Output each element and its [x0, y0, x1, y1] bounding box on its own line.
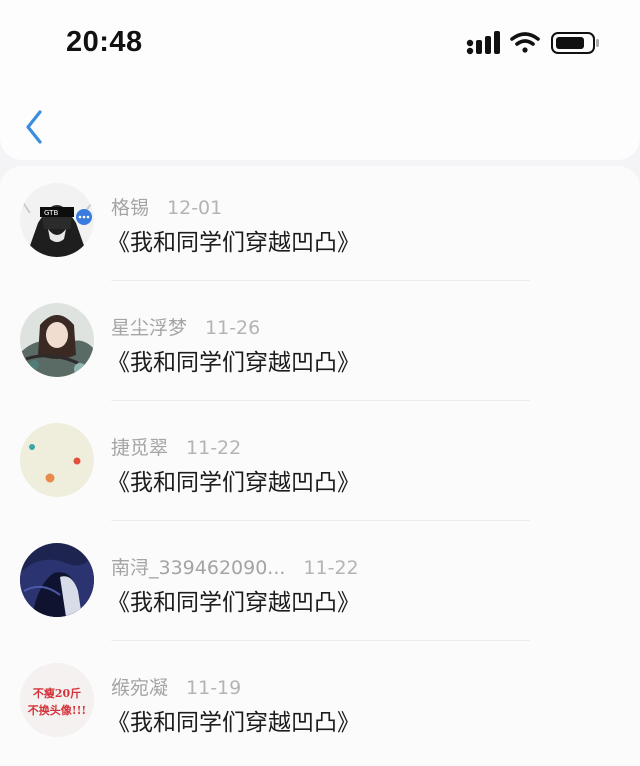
author-name: 星尘浮梦 — [111, 317, 188, 339]
divider — [111, 520, 530, 521]
anime-hooded-character-avatar: GTB — [20, 183, 94, 257]
post-date: 11-22 — [186, 437, 242, 459]
author-name: 捷觅翠 — [111, 437, 169, 459]
list-item[interactable]: GTB 格锡 12-01 《我和同学们穿越凹凸》 — [0, 166, 640, 286]
list-item[interactable]: 捷觅翠 11-22 《我和同学们穿越凹凸》 — [0, 406, 640, 526]
book-title: 《我和同学们穿越凹凸》 — [107, 470, 360, 496]
avatar: 不瘦20斤 不换头像!!! — [20, 663, 94, 737]
anime-girl-avatar — [20, 303, 94, 377]
divider — [111, 640, 530, 641]
book-title: 《我和同学们穿越凹凸》 — [107, 590, 360, 616]
post-date: 11-22 — [303, 557, 359, 579]
list-item[interactable]: 南浔_339462090... 11-22 《我和同学们穿越凹凸》 — [0, 526, 640, 646]
status-time: 20:48 — [66, 26, 143, 58]
beige-dots-avatar — [20, 423, 94, 497]
svg-text:GTB: GTB — [44, 209, 58, 217]
avatar: GTB — [20, 183, 94, 257]
avatar-text: 不瘦20斤 不换头像!!! — [27, 687, 87, 717]
avatar — [20, 423, 94, 497]
wifi-icon — [510, 32, 540, 53]
dark-blue-character-avatar — [20, 543, 94, 617]
back-button[interactable] — [18, 106, 54, 148]
post-date: 12-01 — [167, 197, 223, 219]
author-name: 南浔_339462090... — [111, 557, 286, 579]
avatar — [20, 543, 94, 617]
avatar — [20, 303, 94, 377]
top-header: 20:48 — [0, 0, 640, 160]
chevron-left-icon — [26, 110, 42, 144]
battery-icon — [551, 32, 599, 54]
list-item[interactable]: 不瘦20斤 不换头像!!! 缑宛凝 11-19 《我和同学们穿越凹凸》 — [0, 646, 640, 766]
post-date: 11-19 — [186, 677, 242, 699]
divider — [111, 400, 530, 401]
cellular-signal-icon — [466, 31, 500, 55]
book-title: 《我和同学们穿越凹凸》 — [107, 350, 360, 376]
book-title: 《我和同学们穿越凹凸》 — [107, 710, 360, 736]
author-name: 缑宛凝 — [111, 677, 169, 699]
status-icons — [466, 31, 599, 55]
author-name: 格锡 — [111, 197, 150, 219]
book-title: 《我和同学们穿越凹凸》 — [107, 230, 360, 256]
comment-list: GTB 格锡 12-01 《我和同学们穿越凹凸》 星尘浮梦 11-26 《我和同… — [0, 166, 640, 766]
list-item[interactable]: 星尘浮梦 11-26 《我和同学们穿越凹凸》 — [0, 286, 640, 406]
divider — [111, 280, 530, 281]
post-date: 11-26 — [205, 317, 261, 339]
